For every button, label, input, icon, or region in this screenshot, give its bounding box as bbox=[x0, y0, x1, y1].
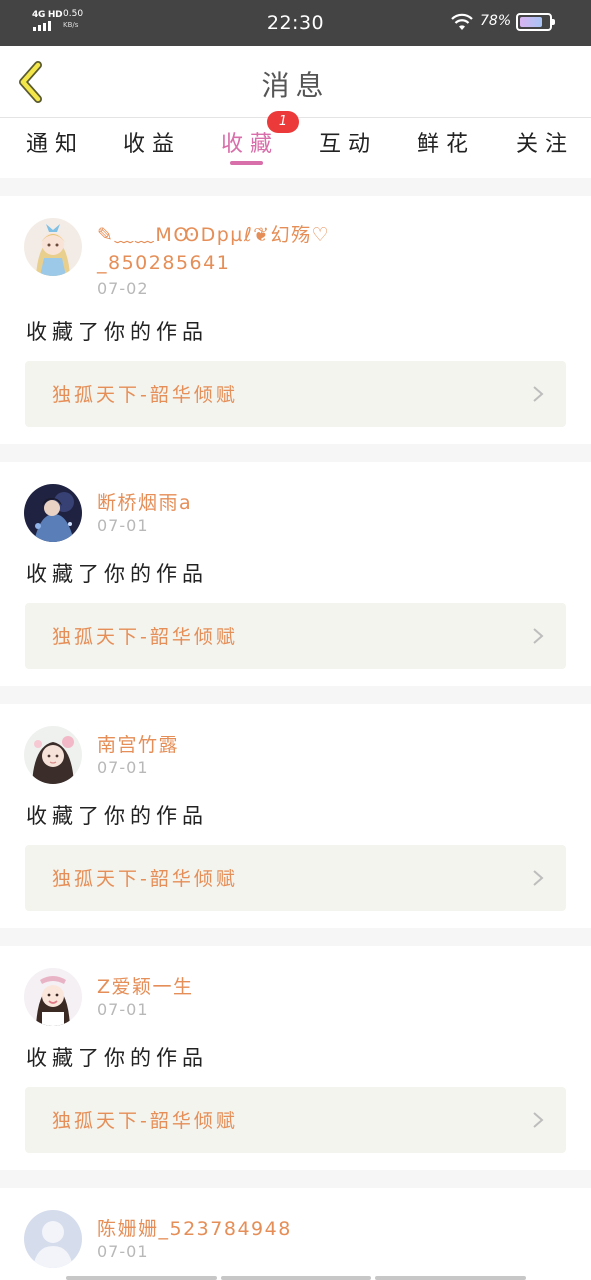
wifi-icon bbox=[451, 13, 473, 30]
avatar[interactable] bbox=[24, 726, 82, 784]
avatar[interactable] bbox=[24, 484, 82, 542]
message-card: 南宫竹露 07-01 收藏了你的作品 独孤天下-韶华倾赋 bbox=[0, 704, 591, 928]
work-title: 独孤天下-韶华倾赋 bbox=[52, 626, 238, 648]
action-text: 收藏了你的作品 bbox=[26, 320, 208, 344]
message-date: 07-01 bbox=[97, 1000, 149, 1019]
chevron-right-icon bbox=[533, 386, 544, 402]
message-date: 07-01 bbox=[97, 758, 149, 777]
avatar[interactable] bbox=[24, 968, 82, 1026]
chevron-right-icon bbox=[533, 870, 544, 886]
default-avatar-icon[interactable] bbox=[24, 1210, 82, 1268]
tab-notifications[interactable]: 通知 bbox=[26, 126, 84, 158]
message-card: 断桥烟雨a 07-01 收藏了你的作品 独孤天下-韶华倾赋 bbox=[0, 462, 591, 686]
status-bar: 4G HD 0.50 KB/s 22:30 78% bbox=[0, 0, 591, 46]
action-text: 收藏了你的作品 bbox=[26, 804, 208, 828]
active-tab-indicator bbox=[230, 161, 263, 165]
page-title: 消息 bbox=[261, 69, 330, 102]
work-title: 独孤天下-韶华倾赋 bbox=[52, 384, 238, 406]
user-name[interactable]: 断桥烟雨a bbox=[97, 488, 192, 515]
battery-percent: 78% bbox=[480, 13, 512, 29]
chevron-right-icon bbox=[533, 1112, 544, 1128]
work-link[interactable]: 独孤天下-韶华倾赋 bbox=[25, 845, 566, 911]
message-card: Z爱颖一生 07-01 收藏了你的作品 独孤天下-韶华倾赋 bbox=[0, 946, 591, 1170]
message-card: 陈姗姗_523784948 07-01 bbox=[0, 1188, 591, 1280]
user-name[interactable]: 陈姗姗_523784948 bbox=[97, 1214, 292, 1241]
action-text: 收藏了你的作品 bbox=[26, 1046, 208, 1070]
user-name[interactable]: 南宫竹露 bbox=[97, 730, 179, 757]
action-text: 收藏了你的作品 bbox=[26, 562, 208, 586]
message-date: 07-02 bbox=[97, 279, 149, 298]
work-title: 独孤天下-韶华倾赋 bbox=[52, 868, 238, 890]
user-name-continued[interactable]: _850285641 bbox=[97, 252, 230, 274]
tab-favorites[interactable]: 收藏 bbox=[221, 126, 279, 158]
message-date: 07-01 bbox=[97, 1242, 149, 1261]
message-date: 07-01 bbox=[97, 516, 149, 535]
user-name[interactable]: ✎﹏﹏MꙬDpµℓ❦幻殇♡ bbox=[97, 220, 330, 247]
battery-icon bbox=[516, 13, 555, 31]
tab-flowers[interactable]: 鲜花 bbox=[417, 126, 475, 158]
avatar[interactable] bbox=[24, 218, 82, 276]
nav-header: 消息 bbox=[0, 46, 591, 118]
tab-interactions[interactable]: 互动 bbox=[319, 126, 377, 158]
unread-badge: 1 bbox=[267, 111, 299, 133]
work-link[interactable]: 独孤天下-韶华倾赋 bbox=[25, 361, 566, 427]
work-title: 独孤天下-韶华倾赋 bbox=[52, 1110, 238, 1132]
tab-earnings[interactable]: 收益 bbox=[123, 126, 181, 158]
scroll-indicator bbox=[66, 1276, 527, 1280]
message-card: ✎﹏﹏MꙬDpµℓ❦幻殇♡ _850285641 07-02 收藏了你的作品 独… bbox=[0, 196, 591, 444]
tab-follow[interactable]: 关注 bbox=[516, 126, 574, 158]
work-link[interactable]: 独孤天下-韶华倾赋 bbox=[25, 1087, 566, 1153]
work-link[interactable]: 独孤天下-韶华倾赋 bbox=[25, 603, 566, 669]
chevron-right-icon bbox=[533, 628, 544, 644]
user-name[interactable]: Z爱颖一生 bbox=[97, 972, 194, 999]
